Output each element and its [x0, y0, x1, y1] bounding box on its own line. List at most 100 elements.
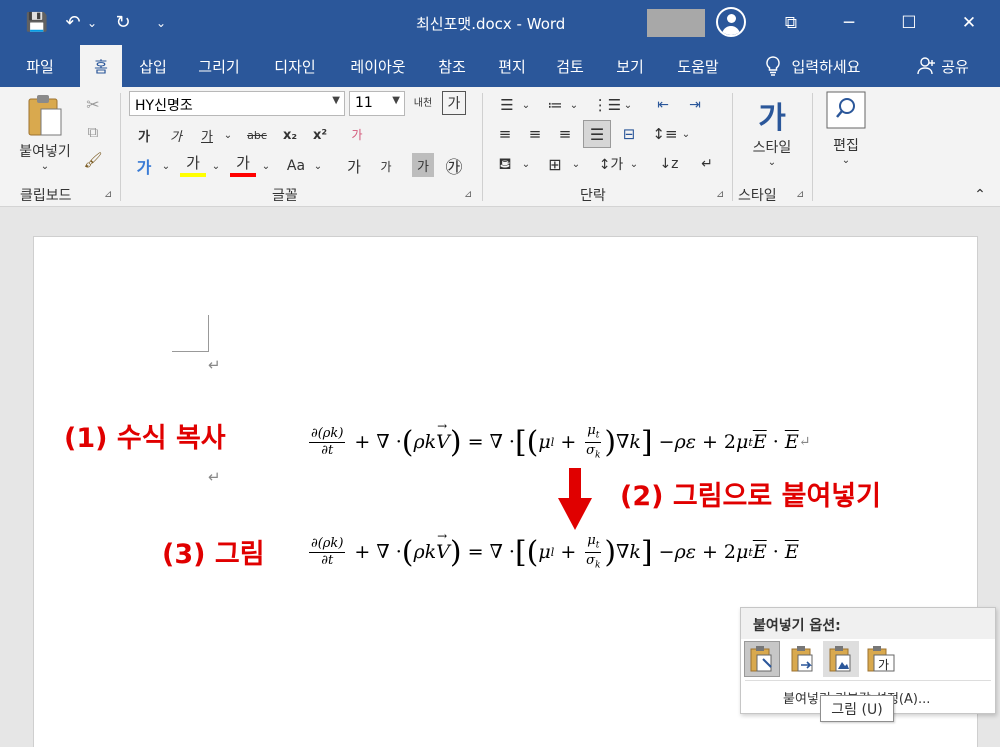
text-effects-dropdown-icon[interactable]: ⌄ — [160, 153, 172, 179]
equation-picture[interactable]: ∂(ρk) ∂t + ∇ · (ρk V →) = ∇ · [(μ l + μt σk )… — [306, 529, 799, 574]
numbering-icon[interactable]: ≔ — [540, 93, 570, 117]
ribbon-display-options-icon[interactable]: ⧉ — [762, 0, 820, 45]
shading-icon[interactable]: ⛾ — [492, 151, 518, 177]
tab-mailings[interactable]: 편지 — [488, 45, 536, 87]
highlight-dropdown-icon[interactable]: ⌄ — [210, 153, 222, 179]
phonetic-guide-button[interactable]: 내천 — [410, 91, 436, 116]
copy-icon[interactable]: ⧉ — [82, 121, 104, 143]
undo-dropdown-icon[interactable]: ⌄ — [82, 0, 102, 45]
person-add-icon — [917, 57, 936, 75]
clear-formatting-button[interactable]: 가 — [344, 121, 370, 147]
multilevel-list-icon[interactable]: ⋮☰ — [592, 93, 622, 117]
tab-draw[interactable]: 그리기 — [188, 45, 250, 87]
font-color-button[interactable]: 가 — [230, 151, 256, 177]
equation-1[interactable]: ∂(ρk) ∂t + ∇ · (ρk V →) = ∇ · [(μ l + μt σk )… — [306, 419, 810, 464]
grow-font-button[interactable]: 가 — [342, 153, 366, 179]
close-button[interactable]: ✕ — [940, 0, 998, 45]
justify-icon[interactable]: ☰ — [583, 120, 611, 148]
minimize-button[interactable]: ─ — [820, 0, 878, 45]
editing-button[interactable]: 편집 ⌄ — [820, 91, 872, 166]
italic-button[interactable]: 가 — [165, 123, 187, 147]
align-center-icon[interactable]: ≡ — [522, 121, 548, 147]
underline-button[interactable]: 가 — [196, 123, 218, 147]
character-shading-button[interactable]: 가 — [412, 153, 434, 177]
down-arrow-icon — [558, 468, 592, 530]
styles-launcher-icon[interactable]: ⊿ — [796, 189, 804, 200]
multilevel-dropdown-icon[interactable]: ⌄ — [622, 93, 634, 117]
tab-file[interactable]: 파일 — [12, 45, 68, 87]
bullets-dropdown-icon[interactable]: ⌄ — [520, 93, 532, 117]
line-spacing-dropdown-icon[interactable]: ⌄ — [680, 121, 692, 147]
customize-toolbar-icon[interactable]: ⌄ — [146, 0, 176, 45]
paragraph-launcher-icon[interactable]: ⊿ — [716, 189, 724, 200]
tab-review[interactable]: 검토 — [546, 45, 594, 87]
redo-icon[interactable]: ↻ — [108, 0, 138, 45]
paste-button[interactable]: 붙여넣기 ⌄ — [10, 93, 80, 172]
collapse-ribbon-icon[interactable]: ⌃ — [968, 185, 992, 205]
bold-button[interactable]: 가 — [133, 123, 155, 147]
tab-design[interactable]: 디자인 — [262, 45, 328, 87]
borders-icon[interactable]: ⊞ — [542, 151, 568, 177]
margin-corner-marker — [208, 315, 209, 351]
chevron-down-icon: ⌄ — [841, 155, 851, 166]
numbering-dropdown-icon[interactable]: ⌄ — [568, 93, 580, 117]
tell-me-search[interactable]: 입력하세요 — [748, 45, 878, 87]
sort-icon[interactable]: ↓z — [656, 151, 682, 177]
decrease-indent-icon[interactable]: ⇤ — [650, 93, 676, 117]
enclose-characters-button[interactable]: ㉮ — [442, 153, 466, 178]
styles-button[interactable]: 가 스타일 ⌄ — [742, 93, 802, 168]
tab-layout[interactable]: 레이아웃 — [338, 45, 418, 87]
line-spacing-icon[interactable]: ↕≡ — [652, 121, 678, 147]
font-launcher-icon[interactable]: ⊿ — [464, 189, 472, 200]
paragraph-mark: ↵ — [208, 356, 221, 374]
share-label: 공유 — [941, 57, 969, 76]
font-size-field[interactable]: 11 ▼ — [349, 91, 405, 116]
increase-indent-icon[interactable]: ⇥ — [682, 93, 708, 117]
change-case-dropdown-icon[interactable]: ⌄ — [312, 153, 324, 179]
highlight-button[interactable]: 가 — [180, 151, 206, 177]
merge-format-option[interactable] — [785, 641, 821, 677]
sort-hangul-icon[interactable]: ↕가 — [596, 151, 626, 177]
clipboard-launcher-icon[interactable]: ⊿ — [104, 189, 112, 200]
paste-as-picture-option[interactable] — [823, 641, 859, 677]
sort-dropdown-icon[interactable]: ⌄ — [628, 151, 640, 177]
avatar[interactable] — [716, 7, 746, 37]
underline-dropdown-icon[interactable]: ⌄ — [222, 123, 234, 147]
chevron-down-icon[interactable]: ⌄ — [41, 161, 49, 172]
subscript-button[interactable]: x₂ — [278, 123, 302, 147]
align-left-icon[interactable]: ≡ — [492, 121, 518, 147]
change-case-button[interactable]: Aa — [282, 153, 310, 179]
keep-text-only-option[interactable]: 가 — [863, 641, 899, 677]
align-right-icon[interactable]: ≡ — [552, 121, 578, 147]
user-name[interactable] — [647, 9, 705, 37]
margin-corner-marker — [172, 351, 209, 352]
clipboard-group-label: 클립보드 — [20, 188, 72, 204]
shading-dropdown-icon[interactable]: ⌄ — [520, 151, 532, 177]
text-effects-button[interactable]: 가 — [131, 153, 157, 179]
tab-view[interactable]: 보기 — [606, 45, 654, 87]
bullets-icon[interactable]: ☰ — [492, 93, 522, 117]
maximize-button[interactable]: ☐ — [880, 0, 938, 45]
share-button[interactable]: 공유 — [908, 45, 978, 87]
keep-source-format-option[interactable] — [744, 641, 780, 677]
ribbon-tabs: 파일 홈 삽입 그리기 디자인 레이아웃 참조 편지 검토 보기 도움말 입력하… — [0, 45, 1000, 87]
distributed-icon[interactable]: ⊟ — [616, 121, 642, 147]
equation-fraction: ∂(ρk) ∂t — [309, 535, 346, 568]
font-color-dropdown-icon[interactable]: ⌄ — [260, 153, 272, 179]
font-name-field[interactable]: HY신명조 ▼ — [129, 91, 345, 116]
show-marks-icon[interactable]: ↵ — [694, 151, 720, 177]
tab-home[interactable]: 홈 — [80, 45, 122, 87]
save-icon[interactable]: 💾 — [22, 0, 52, 45]
strikethrough-button[interactable]: abc — [242, 123, 272, 147]
character-border-button[interactable]: 가 — [442, 91, 466, 115]
ribbon: 붙여넣기 ⌄ ✂ ⧉ 🖌 클립보드 ⊿ HY신명조 ▼ 11 ▼ 내천 가 가 가 … — [0, 87, 1000, 207]
tab-insert[interactable]: 삽입 — [128, 45, 178, 87]
superscript-button[interactable]: x² — [308, 123, 332, 147]
cut-icon[interactable]: ✂ — [82, 93, 104, 115]
paragraph-group-label: 단락 — [580, 188, 606, 204]
shrink-font-button[interactable]: 가 — [374, 153, 398, 179]
tab-references[interactable]: 참조 — [428, 45, 476, 87]
tab-help[interactable]: 도움말 — [666, 45, 730, 87]
borders-dropdown-icon[interactable]: ⌄ — [570, 151, 582, 177]
format-painter-icon[interactable]: 🖌 — [82, 149, 104, 171]
